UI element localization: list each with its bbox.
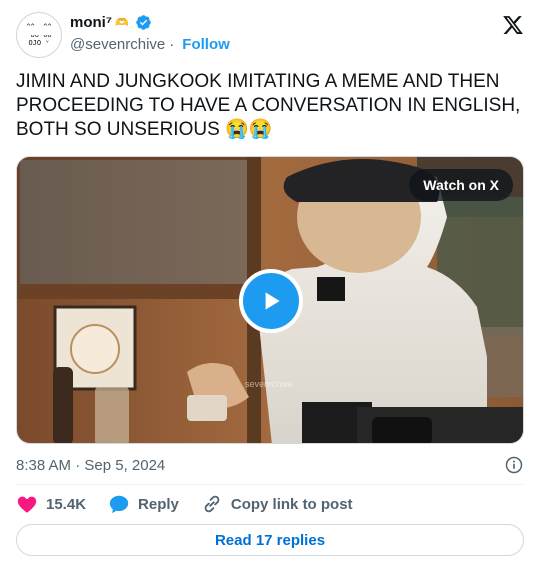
separator-dot: · — [169, 36, 175, 53]
like-count: 15.4K — [46, 495, 87, 513]
play-icon — [265, 292, 280, 310]
reply-button[interactable]: Reply — [108, 493, 179, 515]
copy-link-button[interactable]: Copy link to post — [201, 493, 353, 515]
avatar-drawing: ^^ ^^ ᴗᴗ ᴗᴗ OJO ᵛ — [26, 23, 52, 47]
watch-on-x-button[interactable]: Watch on X — [409, 169, 513, 201]
avatar[interactable]: ^^ ^^ ᴗᴗ ᴗᴗ OJO ᵛ — [16, 12, 62, 58]
info-icon[interactable] — [504, 455, 524, 475]
x-logo-icon[interactable] — [502, 14, 524, 36]
tweet-card: ^^ ^^ ᴗᴗ ᴗᴗ OJO ᵛ moni⁷ 🫶 @sevenrchive ·… — [0, 0, 540, 571]
video-watermark: sevenrchive — [245, 379, 294, 389]
read-replies-button[interactable]: Read 17 replies — [16, 524, 524, 556]
heart-icon — [17, 496, 37, 513]
follow-button[interactable]: Follow — [182, 36, 230, 53]
display-name[interactable]: moni⁷ — [70, 14, 112, 31]
handle[interactable]: @sevenrchive — [70, 36, 165, 53]
timestamp[interactable]: 8:38 AM · Sep 5, 2024 — [16, 457, 165, 474]
copy-link-label: Copy link to post — [230, 495, 353, 513]
reply-label: Reply — [138, 495, 179, 513]
like-button[interactable]: 15.4K — [16, 493, 86, 515]
display-name-emoji: 🫶 — [115, 17, 129, 29]
verified-badge-icon — [135, 15, 151, 30]
play-button[interactable] — [239, 269, 303, 333]
video-thumbnail[interactable]: Watch on X sevenrchive — [16, 156, 524, 444]
handle-row: @sevenrchive · Follow — [70, 36, 230, 53]
timestamp-row: 8:38 AM · Sep 5, 2024 — [16, 455, 524, 475]
author-name-row: moni⁷ 🫶 — [70, 14, 152, 31]
tweet-text: JIMIN AND JUNGKOOK IMITATING A MEME AND … — [16, 71, 521, 140]
link-icon — [204, 495, 220, 513]
action-bar: 15.4K Reply Copy link to post — [16, 493, 375, 515]
divider — [16, 484, 524, 485]
reply-bubble-icon — [109, 495, 129, 514]
